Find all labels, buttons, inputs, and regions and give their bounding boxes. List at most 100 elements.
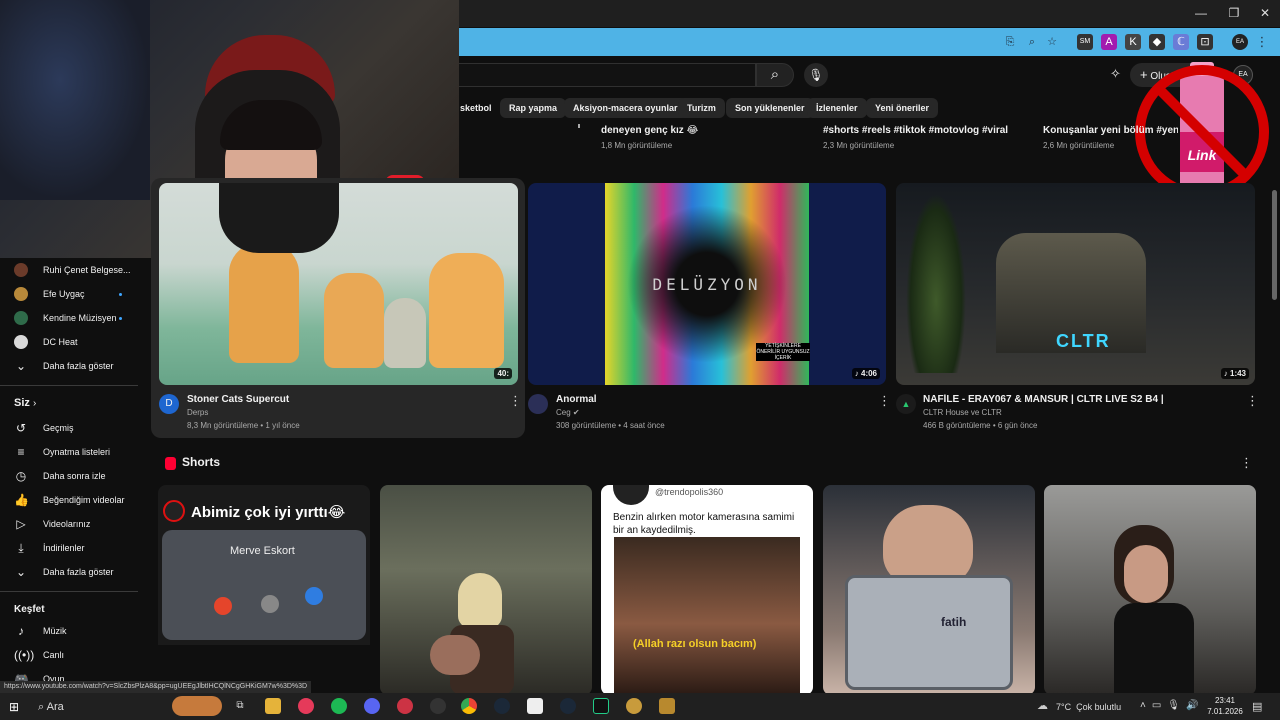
sidebar-item-watch-later[interactable]: ◷ Daha sonra izle (0, 464, 140, 488)
history-icon: ↺ (15, 421, 27, 435)
sidebar-item-history[interactable]: ↺ Geçmiş (0, 416, 140, 440)
video-title[interactable]: #shorts #reels #tiktok #motovlog #viral … (823, 125, 1008, 136)
chevron-down-icon: ⌄ (15, 565, 27, 579)
search-highlight-image (172, 696, 222, 716)
game-icon[interactable] (659, 698, 675, 714)
kebab-icon[interactable] (578, 124, 580, 128)
steam-icon[interactable] (494, 698, 510, 714)
system-tray-icons[interactable]: ˄▭🎙🔊 (1140, 700, 1204, 711)
short-thumbnail[interactable]: fatih (823, 485, 1035, 695)
short-thumbnail[interactable]: @trendopolis360 Benzin alırken motor kam… (601, 485, 813, 695)
minimize-button[interactable]: — (1192, 5, 1210, 21)
video-title[interactable]: deneyen genç kız 😂 (601, 125, 801, 136)
show-more-subscriptions[interactable]: ⌄ Daha fazla göster (0, 354, 140, 378)
chip[interactable]: İzlenenler (807, 98, 867, 118)
avatar (14, 287, 28, 301)
chip[interactable]: Son yüklenenler (726, 98, 814, 118)
more-options-icon[interactable]: ⋮ (1240, 456, 1253, 469)
zoom-icon[interactable]: ⌕ (1024, 34, 1040, 50)
address-bar[interactable]: ⎘ ⌕ ☆ SM A K ◆ ℂ ⊡ EA ⋮ (459, 28, 1280, 56)
extension-icon[interactable]: SM (1077, 34, 1093, 50)
bookmark-star-icon[interactable]: ☆ (1044, 34, 1060, 50)
extension-icon[interactable]: ℂ (1173, 34, 1189, 50)
video-thumbnail[interactable]: 40: (159, 183, 518, 385)
weather-text[interactable]: 7°C Çok bulutlu (1056, 702, 1121, 712)
spotify-icon[interactable] (331, 698, 347, 714)
discord-icon[interactable] (364, 698, 380, 714)
clock-date[interactable]: 7.01.2026 (1203, 707, 1247, 716)
video-title[interactable]: Konuşanlar yeni bölüm #yenibölü (1043, 125, 1178, 136)
cartoon-cat (324, 273, 384, 368)
steam-icon[interactable] (560, 698, 576, 714)
sidebar-subscription[interactable]: Efe Uygaç (0, 282, 140, 306)
sidebar-item-liked-videos[interactable]: 👍 Beğendiğim videolar (0, 488, 140, 512)
browser-menu-icon[interactable]: ⋮ (1254, 34, 1270, 50)
video-thumbnail[interactable]: CLTR ♪ 1:43 (896, 183, 1255, 385)
obs-icon[interactable] (593, 698, 609, 714)
notepad-icon[interactable] (527, 698, 543, 714)
channel-avatar[interactable] (528, 394, 548, 414)
windows-start-icon[interactable]: ⊞ (9, 700, 19, 714)
chrome-icon[interactable] (461, 698, 477, 714)
scrollbar-thumb[interactable] (1272, 190, 1277, 300)
extension-icon[interactable]: K (1125, 34, 1141, 50)
sidebar-item-playlists[interactable]: ≡ Oynatma listeleri (0, 440, 140, 464)
search-button[interactable]: ⌕ (756, 63, 794, 87)
video-thumbnail[interactable]: DELÜZYON YETİŞKİNLERE ÖNERİLİR UYGUNSUZ … (528, 183, 886, 385)
cartoon-cat (384, 298, 426, 368)
extensions-puzzle-icon[interactable]: ⊡ (1197, 34, 1213, 50)
chip[interactable]: Rap yapma (500, 98, 567, 118)
sidebar-item-downloads[interactable]: ⤓ İndirilenler (0, 536, 140, 560)
profile-avatar-icon[interactable]: EA (1232, 34, 1248, 50)
opera-icon[interactable] (298, 698, 314, 714)
video-title[interactable]: NAFİLE - ERAY067 & MANSUR | CLTR LIVE S2… (923, 394, 1223, 405)
channel-avatar[interactable]: D (159, 394, 179, 414)
app-icon[interactable] (397, 698, 413, 714)
game-launcher-icon[interactable] (626, 698, 642, 714)
voice-search-button[interactable]: 🎙 (804, 63, 828, 87)
extension-icon[interactable]: A (1101, 34, 1117, 50)
sidebar-subscription[interactable]: Ruhi Çenet Belgese... (0, 258, 140, 282)
channel-name[interactable]: Derps (187, 408, 208, 417)
live-icon: ((•)) (14, 648, 35, 662)
sidebar-item-music[interactable]: ♪ Müzik (0, 619, 140, 643)
new-content-dot (119, 317, 122, 320)
clock-time[interactable]: 23:41 (1207, 696, 1243, 705)
channel-name[interactable]: CLTR House ve CLTR (923, 408, 1002, 417)
app-icon[interactable] (430, 698, 446, 714)
channel-avatar[interactable]: ▲ (896, 394, 916, 414)
install-app-icon[interactable]: ⎘ (1002, 34, 1018, 50)
channel-name[interactable]: Ceg ✔ (556, 408, 580, 417)
sidebar-item-live[interactable]: ((•)) Canlı (0, 643, 140, 667)
cast-icon[interactable]: ✧ (1110, 66, 1121, 82)
hands (430, 635, 480, 675)
more-options-icon[interactable]: ⋮ (878, 394, 891, 407)
microphone-icon: 🎙 (808, 68, 824, 82)
chip[interactable]: Aksiyon-macera oyunları (564, 98, 690, 118)
short-thumbnail[interactable] (1044, 485, 1256, 695)
short-thumbnail[interactable]: Abimiz çok iyi yırttı😂 Merve Eskort (158, 485, 370, 695)
restore-button[interactable]: ❐ (1225, 5, 1243, 21)
extension-icon[interactable]: ◆ (1149, 34, 1165, 50)
close-button[interactable]: ✕ (1256, 5, 1274, 21)
video-title[interactable]: Stoner Cats Supercut (187, 394, 487, 405)
file-explorer-icon[interactable] (265, 698, 281, 714)
chip[interactable]: sketbol (451, 98, 501, 118)
search-input[interactable] (459, 63, 756, 87)
sidebar-show-more[interactable]: ⌄ Daha fazla göster (0, 560, 140, 584)
notification-icon[interactable]: ▤ (1252, 700, 1262, 713)
you-section-header[interactable]: Siz › (14, 397, 36, 409)
sidebar-item-your-videos[interactable]: ▷ Videolarınız (0, 512, 140, 536)
sidebar-subscription[interactable]: Kendine Müzisyen (0, 306, 140, 330)
chevron-down-icon: ⌄ (15, 359, 27, 373)
video-title[interactable]: Anormal (556, 394, 856, 405)
more-options-icon[interactable]: ⋮ (509, 394, 522, 407)
sidebar-subscription[interactable]: DC Heat (0, 330, 140, 354)
chip[interactable]: Turizm (678, 98, 725, 118)
task-view-icon[interactable]: ⧉ (232, 698, 248, 714)
chip[interactable]: Yeni öneriler (866, 98, 939, 118)
more-options-icon[interactable]: ⋮ (1246, 394, 1259, 407)
short-thumbnail[interactable] (380, 485, 592, 695)
taskbar-search[interactable]: ⌕ Ara (38, 701, 64, 714)
video-meta: 308 görüntüleme • 4 saat önce (556, 421, 665, 430)
